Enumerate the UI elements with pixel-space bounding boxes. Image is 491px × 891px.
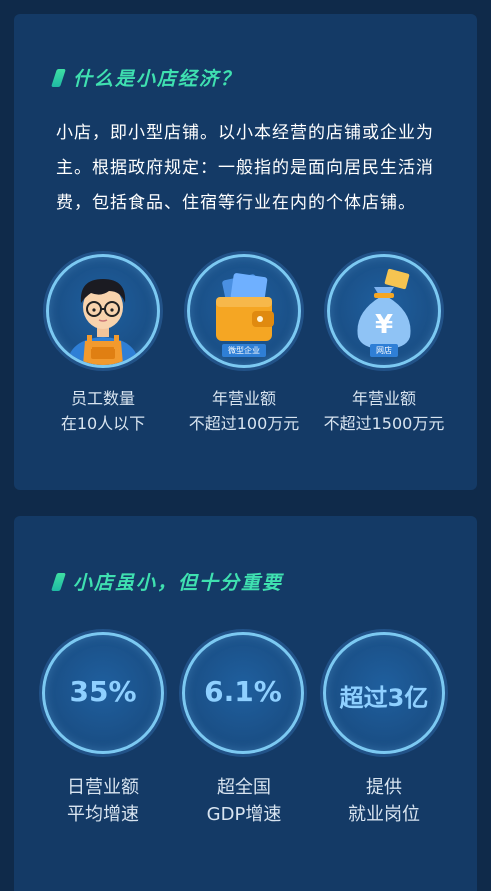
worker-circle (46, 254, 160, 368)
stat-value: 超过3亿 (339, 684, 429, 712)
caption-line1: 年营业额 (211, 389, 276, 408)
stat-circle-growth: 35% (42, 632, 164, 754)
caption-revenue-micro: 年营业额 不超过100万元 (169, 386, 319, 436)
stat-value: 35% (69, 675, 137, 708)
online-shop-badge: 网店 (370, 344, 398, 357)
money-bag-circle: ¥ 网店 (327, 254, 441, 368)
caption-line2: 不超过1500万元 (323, 414, 445, 433)
section-title-importance: 小店虽小，但十分重要 (51, 568, 284, 595)
caption-line2: GDP增速 (206, 804, 282, 825)
stat-value: 6.1% (204, 675, 282, 708)
caption-line2: 不超过100万元 (188, 414, 300, 433)
section-title-what-is: 什么是小店经济？ (51, 64, 242, 91)
caption-line1: 日营业额 (67, 777, 139, 798)
tag-icon (51, 68, 66, 87)
caption-revenue-online: 年营业额 不超过1500万元 (309, 386, 459, 436)
caption-line2: 平均增速 (67, 804, 139, 825)
caption-line2: 在10人以下 (60, 414, 146, 433)
stat-caption-gdp: 超全国 GDP增速 (169, 774, 319, 828)
tag-icon (51, 572, 66, 591)
caption-line1: 员工数量 (70, 389, 135, 408)
stat-caption-jobs: 提供 就业岗位 (309, 774, 459, 828)
section-title-text: 什么是小店经济？ (73, 68, 242, 90)
caption-line2: 就业岗位 (348, 804, 420, 825)
caption-line1: 年营业额 (351, 389, 416, 408)
svg-text:¥: ¥ (375, 310, 393, 340)
worker-icon (67, 279, 139, 365)
micro-enterprise-badge: 微型企业 (222, 344, 266, 357)
what-is-small-shop-card: 什么是小店经济？ 小店，即小型店铺。以小本经营的店铺或企业为主。根据政府规定：一… (14, 14, 477, 490)
importance-card: 小店虽小，但十分重要 35% 6.1% 超过3亿 日营业额 平均增速 超全国 G… (14, 516, 477, 891)
section-title-text: 小店虽小，但十分重要 (73, 572, 284, 594)
stat-circle-jobs: 超过3亿 (323, 632, 445, 754)
stat-circle-gdp: 6.1% (182, 632, 304, 754)
stat-caption-growth: 日营业额 平均增速 (28, 774, 178, 828)
intro-text: 小店，即小型店铺。以小本经营的店铺或企业为主。根据政府规定：一般指的是面向居民生… (56, 123, 434, 213)
caption-line1: 超全国 (217, 777, 271, 798)
caption-employees: 员工数量 在10人以下 (28, 386, 178, 436)
wallet-circle: 微型企业 (187, 254, 301, 368)
caption-line1: 提供 (366, 777, 402, 798)
